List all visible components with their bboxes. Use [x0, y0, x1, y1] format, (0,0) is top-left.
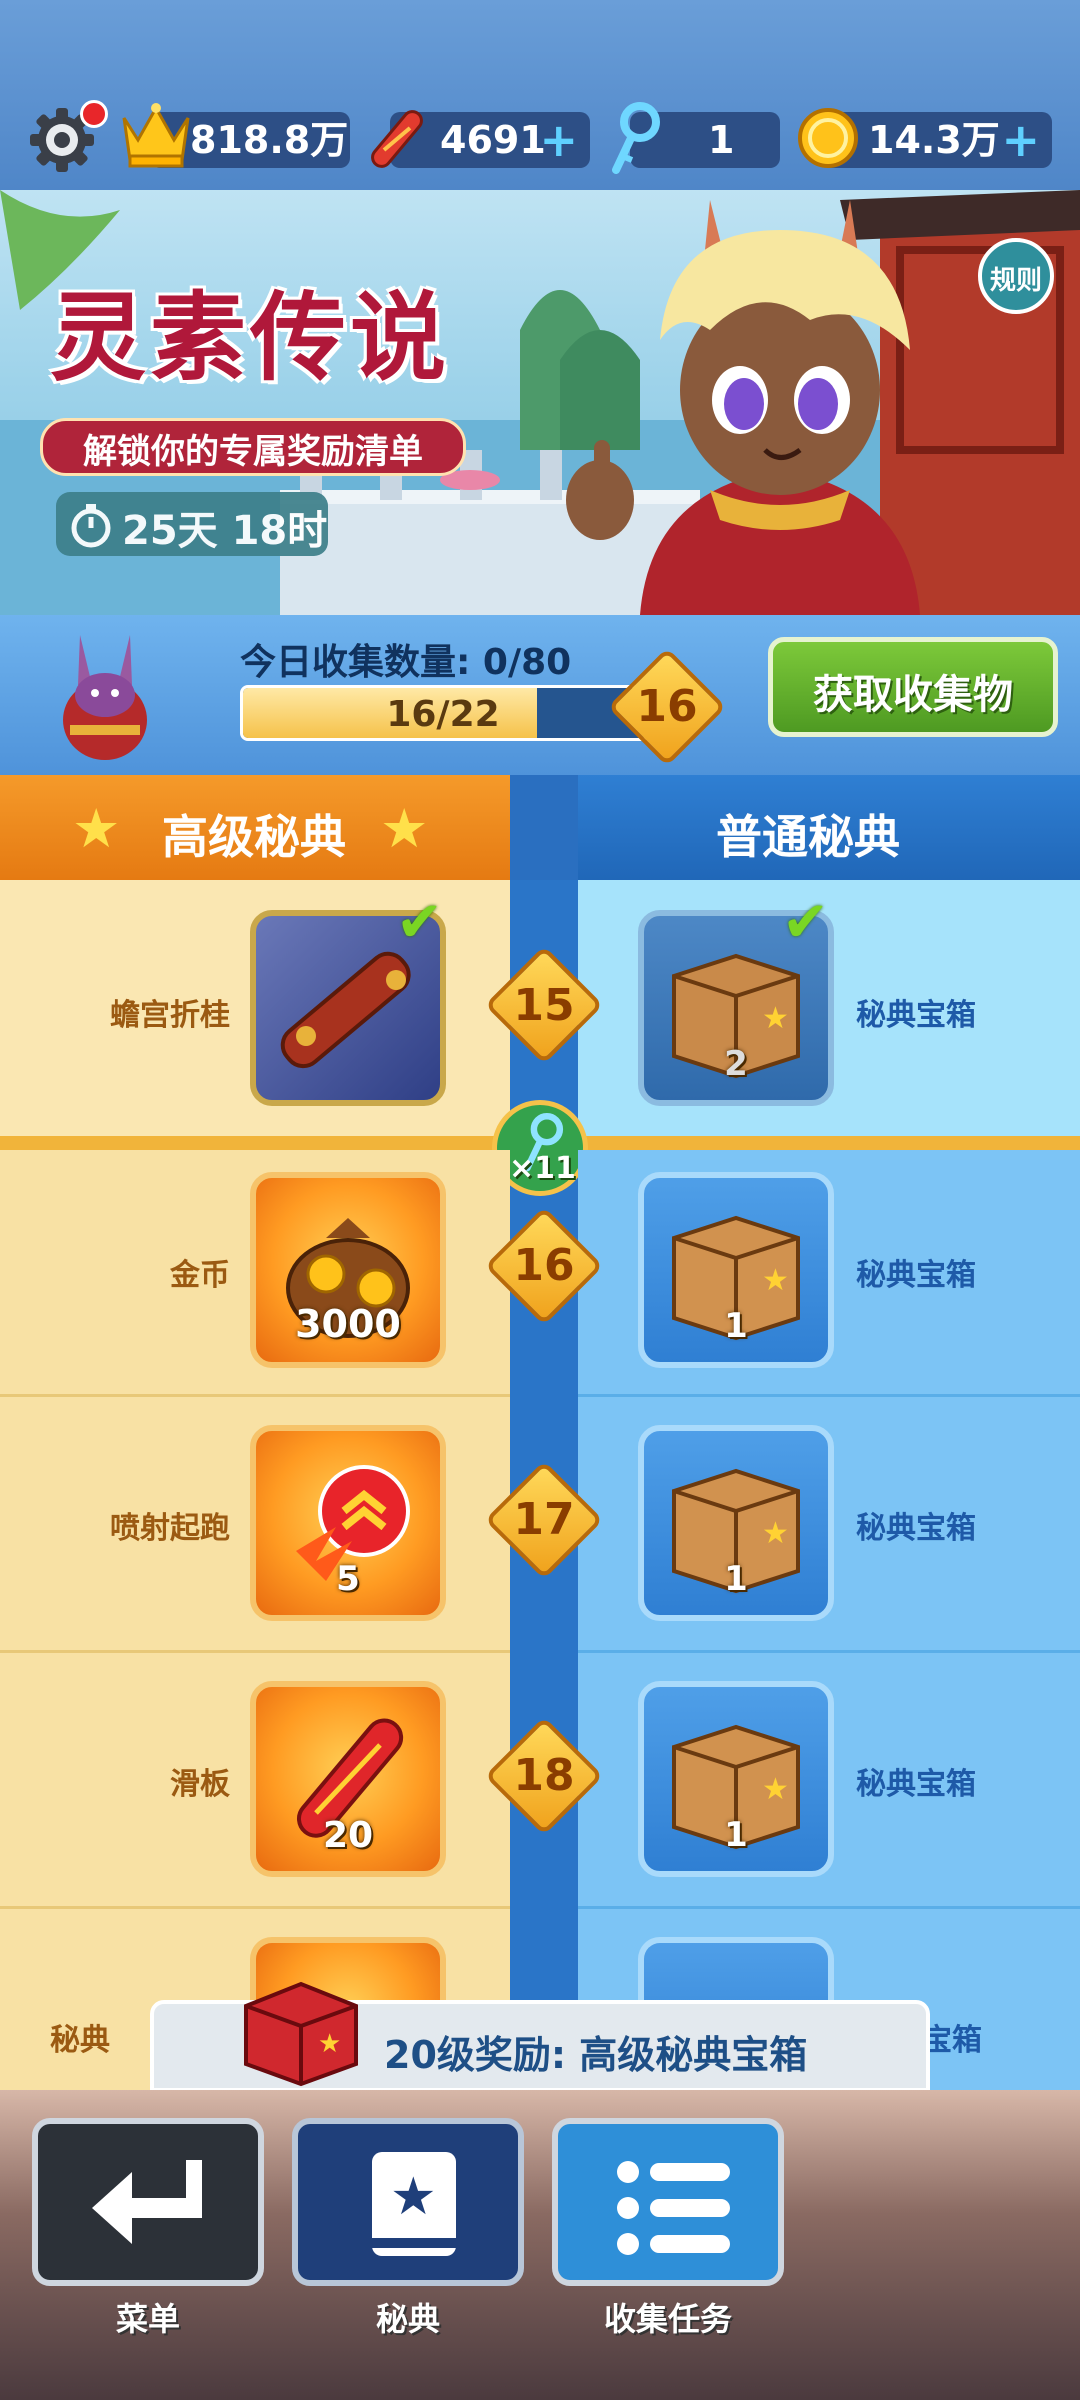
- claimed-check-icon: ✔: [782, 890, 829, 955]
- premium-reward-label: 喷射起跑: [110, 1511, 230, 1546]
- tab-premium-pass[interactable]: ★ 高级秘典 ★: [0, 775, 510, 880]
- get-collectibles-label: 获取收集物: [813, 672, 1013, 718]
- coin-value: 14.3万: [868, 118, 1000, 162]
- premium-reward-label: 滑板: [170, 1767, 230, 1802]
- skateboard-icon: [371, 110, 423, 168]
- settings-button[interactable]: [22, 100, 108, 180]
- stopwatch-icon: [71, 504, 111, 548]
- premium-reward-item[interactable]: 20: [250, 1681, 446, 1877]
- svg-text:★: ★: [762, 1263, 789, 1298]
- add-coin-icon[interactable]: +: [1001, 112, 1040, 168]
- list-icon: [617, 2161, 730, 2255]
- svg-text:★: ★: [390, 2167, 437, 2227]
- premium-reward-row: 滑板 20: [0, 1653, 510, 1909]
- premium-reward-item[interactable]: 5: [250, 1425, 446, 1621]
- premium-reward-row: 喷射起跑 5: [0, 1397, 510, 1653]
- level-number: 16: [513, 1240, 575, 1291]
- premium-reward-label: 金币: [170, 1258, 230, 1293]
- svg-text:★: ★: [762, 1001, 789, 1036]
- level-20-reward-text: 20级奖励: 高级秘典宝箱: [384, 2033, 808, 2077]
- current-level: 16: [636, 681, 698, 732]
- progress-panel: 今日收集数量: 0/80 16/22 16 获取收集物: [0, 615, 1080, 775]
- reward-quantity: 3000: [295, 1302, 401, 1346]
- svg-text:★: ★: [762, 1772, 789, 1807]
- normal-reward-label: 秘典宝箱: [856, 1767, 976, 1802]
- normal-reward-row: ★ 1 秘典宝箱: [578, 1150, 1080, 1397]
- skateboard-value: 4691: [440, 118, 546, 162]
- svg-text:★: ★: [762, 1516, 789, 1551]
- normal-reward-item[interactable]: ★ 1: [638, 1425, 834, 1621]
- rules-label: 规则: [989, 266, 1042, 296]
- normal-reward-label: 秘典宝箱: [856, 1258, 976, 1293]
- reward-quantity: 2: [724, 1044, 748, 1084]
- book-label: 秘典: [375, 2300, 440, 2338]
- reward-quantity: 1: [724, 1306, 748, 1346]
- star-icon: ★: [380, 797, 429, 860]
- star-icon: ★: [72, 797, 121, 860]
- event-timer: 25天 18时: [56, 492, 328, 556]
- rules-button[interactable]: 规则: [978, 238, 1054, 314]
- key-icon: [612, 102, 660, 174]
- premium-reward-row: 金币 3000: [0, 1150, 510, 1397]
- bunny-character-illustration: [566, 200, 920, 615]
- progress-bar: 16/22: [240, 685, 650, 741]
- premium-reward-label: 秘典: [50, 2023, 110, 2058]
- daily-collect-label: 今日收集数量: 0/80: [240, 642, 572, 683]
- normal-reward-item[interactable]: ★ 1: [638, 1681, 834, 1877]
- normal-reward-label: 秘典宝箱: [856, 998, 976, 1033]
- premium-reward-item[interactable]: 3000: [250, 1172, 446, 1368]
- reward-quantity: 1: [724, 1815, 748, 1855]
- bunny-pouch-icon: [63, 635, 147, 760]
- normal-header-label: 普通秘典: [716, 810, 900, 864]
- event-title: 灵素传说: [50, 282, 450, 394]
- normal-reward-row: ★ 1 秘典宝箱: [578, 1397, 1080, 1653]
- collect-tasks-label: 收集任务: [603, 2300, 732, 2338]
- reward-quantity: 20: [322, 1815, 374, 1856]
- timer-text: 25天 18时: [122, 508, 328, 554]
- claimed-check-icon: ✔: [396, 890, 443, 955]
- key-value: 1: [708, 118, 735, 162]
- premium-reward-label: 蟾宫折桂: [110, 998, 230, 1033]
- return-arrow-icon: [92, 2160, 202, 2244]
- book-button[interactable]: ★: [292, 2118, 524, 2286]
- key-count: ×11: [509, 1151, 576, 1186]
- premium-reward-row: 蟾宫折桂 ✔: [0, 880, 510, 1139]
- reward-quantity: 1: [724, 1559, 748, 1599]
- svg-text:★: ★: [318, 2029, 341, 2059]
- normal-reward-item[interactable]: ★ 1: [638, 1172, 834, 1368]
- collect-tasks-button[interactable]: [552, 2118, 784, 2286]
- event-subtitle: 解锁你的专属奖励清单: [83, 432, 423, 472]
- level-number: 17: [513, 1494, 575, 1545]
- menu-button[interactable]: [32, 2118, 264, 2286]
- resource-bar: 818.8万 4691 + 1 14.3万 +: [0, 0, 1080, 190]
- crown-icon: [122, 103, 190, 168]
- premium-treasure-box-icon: ★: [244, 1981, 358, 2087]
- normal-reward-label: 宝箱: [922, 2023, 982, 2058]
- tab-normal-pass[interactable]: 普通秘典: [578, 775, 1080, 880]
- get-collectibles-button[interactable]: 获取收集物: [768, 637, 1058, 737]
- header-divider: [510, 775, 578, 880]
- event-banner: 灵素传说 解锁你的专属奖励清单 25天 18时 规则: [0, 190, 1080, 615]
- normal-reward-row: ★ 2 ✔ 秘典宝箱: [578, 880, 1080, 1139]
- progress-text: 16/22: [386, 694, 500, 735]
- normal-reward-label: 秘典宝箱: [856, 1511, 976, 1546]
- reward-quantity: 5: [336, 1559, 360, 1599]
- premium-header-label: 高级秘典: [162, 810, 346, 864]
- coin-icon: [798, 108, 858, 168]
- level-number: 18: [513, 1750, 575, 1801]
- normal-reward-row: ★ 1 秘典宝箱: [578, 1653, 1080, 1909]
- crown-value: 818.8万: [190, 118, 349, 162]
- star-book-icon: ★: [372, 2152, 456, 2256]
- level-number: 15: [513, 980, 575, 1031]
- add-skateboard-icon[interactable]: +: [539, 112, 578, 168]
- menu-label: 菜单: [115, 2300, 180, 2338]
- notification-dot: [80, 100, 108, 128]
